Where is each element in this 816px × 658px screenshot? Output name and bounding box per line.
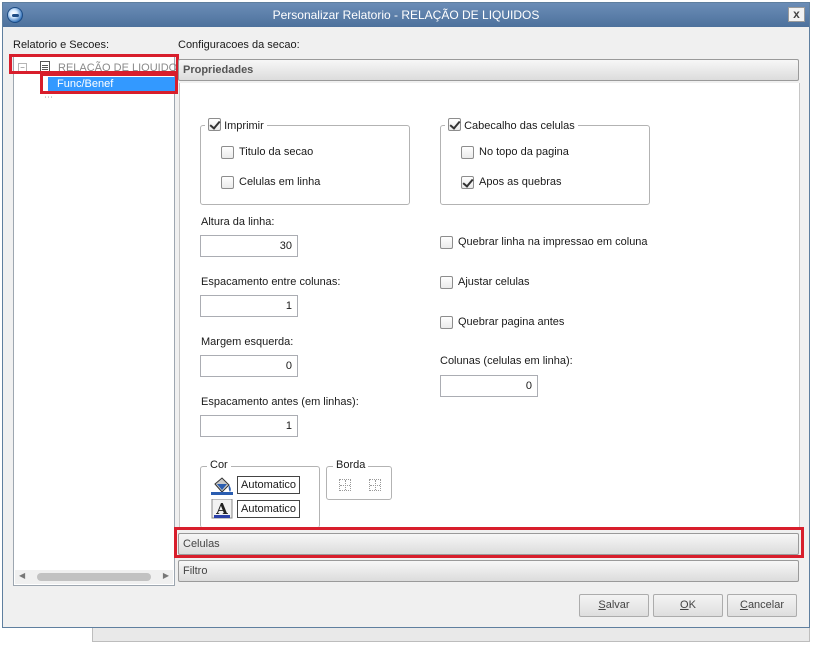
scroll-left-icon[interactable]: ◀	[19, 571, 25, 580]
font-color-icon[interactable]: A	[211, 499, 233, 519]
cancel-button[interactable]: Cancelar	[727, 594, 797, 617]
page-break-before-label: Quebrar pagina antes	[458, 316, 565, 328]
cell-header-group: Cabecalho das celulas No topo da pagina …	[440, 118, 650, 205]
cells-inline-checkbox[interactable]	[221, 176, 234, 189]
border-group: Borda	[326, 459, 392, 500]
print-group-legend[interactable]: Imprimir	[205, 118, 267, 132]
properties-panel: Imprimir Titulo da secao Celulas em linh…	[179, 83, 800, 528]
line-height-label: Altura da linha:	[201, 216, 275, 228]
fill-color-button[interactable]: Automatico	[237, 476, 301, 494]
left-margin-input[interactable]: 0	[200, 355, 298, 377]
ok-accel: O	[680, 599, 689, 611]
window-title: Personalizar Relatorio - RELAÇÃO DE LIQU…	[272, 8, 540, 22]
top-of-page-checkbox[interactable]	[461, 146, 474, 159]
border-group-label: Borda	[333, 459, 369, 471]
title-bar[interactable]: Personalizar Relatorio - RELAÇÃO DE LIQU…	[3, 3, 809, 27]
color-group: Cor Automatico A Automatico	[200, 459, 320, 528]
cells-inline-label: Celulas em linha	[239, 176, 321, 188]
spacing-before-input[interactable]: 1	[200, 415, 298, 437]
section-title-label: Titulo da secao	[239, 146, 314, 158]
section-title-checkbox[interactable]	[221, 146, 234, 159]
highlight-func-benef	[40, 73, 178, 94]
top-of-page-label: No topo da pagina	[479, 146, 569, 158]
cell-header-legend[interactable]: Cabecalho das celulas	[445, 118, 578, 132]
tree-horizontal-scrollbar[interactable]: ◀ ▶	[15, 570, 173, 584]
line-break-column-checkbox[interactable]	[440, 236, 453, 249]
highlight-report-root	[9, 54, 179, 74]
sections-label: Relatorio e Secoes:	[13, 39, 109, 51]
line-break-column-label: Quebrar linha na impressao em coluna	[458, 236, 648, 248]
fill-color-icon[interactable]	[211, 475, 233, 495]
line-height-input[interactable]: 30	[200, 235, 298, 257]
section-tree[interactable]: − RELAÇÃO DE LIQUIDOS Func/Benef ⋯ ◀ ▶	[13, 54, 185, 586]
spacing-before-label: Espacamento antes (em linhas):	[201, 396, 359, 408]
font-color-button[interactable]: Automatico	[237, 500, 301, 518]
border-inner-icon[interactable]	[339, 479, 351, 491]
cancel-accel: C	[739, 599, 748, 611]
filter-header[interactable]: Filtro	[178, 560, 799, 582]
border-outer-icon[interactable]	[369, 479, 381, 491]
close-button[interactable]: x	[788, 7, 805, 22]
print-checkbox[interactable]	[208, 118, 221, 131]
dialog-window: Personalizar Relatorio - RELAÇÃO DE LIQU…	[2, 2, 810, 628]
color-group-label: Cor	[207, 459, 231, 471]
column-spacing-label: Espacamento entre colunas:	[201, 276, 341, 288]
adjust-cells-checkbox[interactable]	[440, 276, 453, 289]
cell-header-checkbox[interactable]	[448, 118, 461, 131]
columns-label: Colunas (celulas em linha):	[440, 355, 573, 367]
after-breaks-label: Apos as quebras	[479, 176, 562, 188]
save-button[interactable]: Salvar	[579, 594, 649, 617]
column-spacing-input[interactable]: 1	[200, 295, 298, 317]
save-accel: S	[598, 599, 606, 611]
page-break-before-checkbox[interactable]	[440, 316, 453, 329]
print-label: Imprimir	[224, 120, 264, 132]
background-window-edge	[92, 626, 810, 642]
print-group: Imprimir Titulo da secao Celulas em linh…	[200, 118, 410, 205]
columns-input[interactable]: 0	[440, 375, 538, 397]
cell-header-label: Cabecalho das celulas	[464, 120, 575, 132]
scroll-right-icon[interactable]: ▶	[163, 571, 169, 580]
adjust-cells-label: Ajustar celulas	[458, 276, 530, 288]
after-breaks-checkbox[interactable]	[461, 176, 474, 189]
left-margin-label: Margem esquerda:	[201, 336, 294, 348]
highlight-cells-header	[174, 527, 804, 558]
scrollbar-thumb[interactable]	[37, 573, 151, 581]
section-config-label: Configuracoes da secao:	[178, 39, 300, 51]
properties-header[interactable]: Propriedades	[178, 59, 799, 81]
ok-button[interactable]: OK	[653, 594, 723, 617]
